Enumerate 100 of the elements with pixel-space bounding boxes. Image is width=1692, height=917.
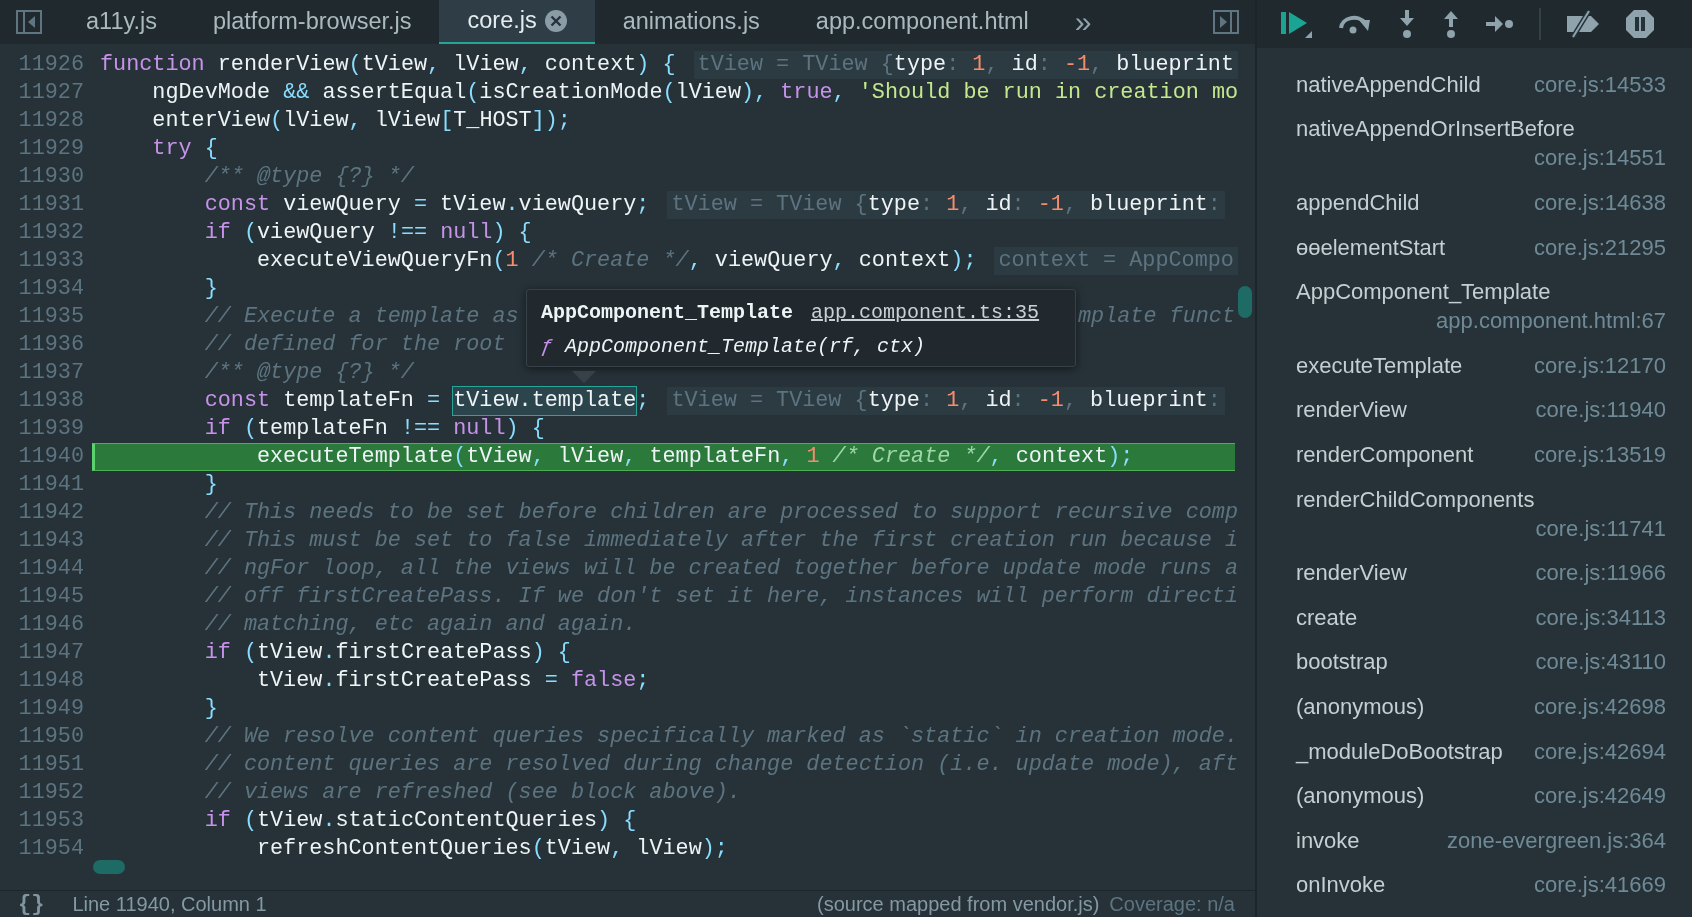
- function-name: appendChild: [1296, 189, 1420, 217]
- line-number: 11946: [17, 610, 84, 639]
- call-frame[interactable]: renderChildComponents core.js:11741: [1296, 476, 1666, 551]
- source-location[interactable]: core.js:14551: [1533, 143, 1666, 173]
- function-name: (anonymous): [1296, 782, 1425, 811]
- source-location[interactable]: core.js:43110: [1535, 647, 1666, 677]
- code-text: // This needs to be set before children are processed to support recursive comp: [203, 498, 1238, 527]
- code-text: // We resolve content queries specifically marked as `static` in creation mode.: [203, 722, 1238, 751]
- line-number: 11933: [17, 246, 84, 275]
- source-location[interactable]: app.component.html:67: [1436, 306, 1666, 336]
- line-number: 11948: [17, 666, 84, 695]
- source-location[interactable]: core.js:11940: [1535, 395, 1666, 425]
- code-text: // content queries are resolved during change detection (i.e. update mode), aft: [203, 750, 1238, 779]
- function-name: renderView: [1296, 559, 1407, 588]
- pretty-print-button[interactable]: {}: [18, 891, 63, 917]
- code-text: if (viewQuery !== null) {: [203, 218, 532, 247]
- source-location[interactable]: core.js:21295: [1533, 232, 1666, 262]
- file-tab[interactable]: core.js: [439, 0, 595, 44]
- source-location[interactable]: core.js:41669: [1533, 870, 1666, 900]
- code-text: const templateFn = tView.template;: [203, 386, 650, 415]
- source-location[interactable]: core.js:42694: [1533, 736, 1666, 766]
- inline-value-hint: tView = TView {type: 1, id: -1, blueprint: [693, 50, 1238, 79]
- function-name: (anonymous): [1296, 692, 1425, 721]
- function-name: AppComponent_Template: [1296, 278, 1551, 307]
- code-text: refreshContentQueries(tView, lView);: [255, 834, 728, 863]
- code-text: // views are refreshed (see block above).: [203, 778, 741, 807]
- call-frame[interactable]: renderComponent core.js:13519: [1296, 432, 1666, 477]
- call-frame[interactable]: (anonymous) core.js:42649: [1296, 773, 1666, 818]
- line-number: 11931: [17, 190, 84, 219]
- call-frame[interactable]: onInvoke core.js:41669: [1296, 862, 1666, 908]
- line-number: 11945: [17, 582, 84, 611]
- source-map-link[interactable]: (source mapped from vendor.js): [817, 892, 1100, 916]
- call-frame[interactable]: nativeAppendOrInsertBefore core.js:14551: [1296, 106, 1666, 181]
- file-tab[interactable]: animations.js: [594, 0, 788, 44]
- code-text: ngDevMode && assertEqual(isCreationMode(lView), true, 'Should be run in creation mo: [151, 78, 1239, 107]
- source-location[interactable]: zone-evergreen.js:364: [1447, 825, 1666, 855]
- code-text: // defined for the root: [203, 330, 506, 359]
- line-number: 11952: [17, 778, 84, 807]
- code-text: mplate funct: [1078, 302, 1235, 331]
- file-tab[interactable]: app.component.html: [787, 0, 1057, 44]
- file-tab[interactable]: platform-browser.js: [185, 0, 440, 44]
- line-number: 11953: [17, 806, 84, 835]
- line-number: 11927: [17, 78, 84, 107]
- code-text: // ngFor loop, all the views will be created together before update mode runs a: [203, 554, 1238, 583]
- code-text: // off firstCreatePass. If we don't set it here, instances will perform directi: [203, 582, 1238, 611]
- line-number: 11937: [17, 358, 84, 387]
- function-name: nativeAppendOrInsertBefore: [1296, 115, 1575, 144]
- line-number: 11939: [17, 414, 84, 443]
- code-text: /** @type {?} */: [203, 358, 414, 387]
- source-location[interactable]: core.js:42698: [1533, 691, 1666, 721]
- call-frame[interactable]: create core.js:34113: [1296, 594, 1666, 640]
- cursor-position: Line 11940, Column 1: [72, 892, 267, 916]
- call-frame[interactable]: executeTemplate core.js:12170: [1296, 342, 1666, 388]
- function-name: invoke: [1296, 826, 1360, 855]
- call-frame[interactable]: nativeAppendChild core.js:14533: [1296, 62, 1666, 107]
- function-name: AppComponent_Template: [541, 299, 794, 326]
- call-frame[interactable]: _moduleDoBootstrap core.js:42694: [1296, 728, 1666, 774]
- line-number: 11929: [17, 134, 84, 163]
- line-number: 11943: [17, 526, 84, 555]
- code-text: executeTemplate(tView, lView, templateFn, 1 /* Create */, context);: [255, 443, 1134, 470]
- source-location[interactable]: core.js:12170: [1533, 350, 1666, 380]
- code-text: try {: [151, 134, 218, 163]
- code-text: // matching, etc again and again.: [203, 610, 637, 639]
- line-number: 11935: [17, 302, 84, 331]
- source-location[interactable]: core.js:14638: [1533, 188, 1666, 217]
- call-frame[interactable]: bootstrap core.js:43110: [1296, 639, 1666, 685]
- source-link[interactable]: app.component.ts:35: [811, 293, 1040, 332]
- source-location[interactable]: core.js:42649: [1533, 781, 1666, 811]
- source-location[interactable]: core.js:14533: [1533, 69, 1666, 99]
- code-text: executeViewQueryFn(1 /* Create */, viewQuery, context);: [255, 246, 977, 275]
- function-name: bootstrap: [1296, 648, 1388, 677]
- call-frame[interactable]: invoke zone-evergreen.js:364: [1296, 817, 1666, 863]
- code-text: tView.firstCreatePass = false;: [255, 666, 650, 695]
- coverage-status: Coverage: n/a: [1109, 892, 1235, 916]
- call-frame[interactable]: renderView core.js:11940: [1296, 387, 1666, 433]
- call-frame[interactable]: ɵɵelementStart core.js:21295: [1296, 224, 1666, 270]
- call-frame[interactable]: AppComponent_Template app.component.html:67: [1296, 269, 1666, 343]
- code-text: const viewQuery = tView.viewQuery;: [203, 190, 650, 219]
- more-tabs-button[interactable]: »: [1056, 0, 1110, 44]
- source-location[interactable]: core.js:13519: [1533, 439, 1666, 469]
- function-name: renderChildComponents: [1296, 485, 1535, 514]
- line-number: 11941: [17, 470, 84, 499]
- function-name: nativeAppendChild: [1296, 70, 1481, 99]
- code-text: }: [203, 694, 218, 723]
- inline-value-hint: tView = TView {type: 1, id: -1, blueprint:: [667, 386, 1225, 415]
- call-frame[interactable]: (anonymous) core.js:42698: [1296, 684, 1666, 729]
- line-number: 11926: [17, 50, 84, 79]
- call-frame[interactable]: appendChild core.js:14638: [1296, 180, 1666, 225]
- source-location[interactable]: core.js:34113: [1535, 602, 1666, 632]
- function-name: renderComponent: [1296, 440, 1474, 469]
- source-location[interactable]: core.js:11741: [1535, 513, 1666, 543]
- line-number: 11930: [17, 162, 84, 191]
- line-number: 11938: [17, 386, 84, 415]
- source-location[interactable]: core.js:11966: [1535, 558, 1666, 588]
- file-tab[interactable]: a11y.js: [58, 0, 185, 44]
- line-number: 11936: [17, 330, 84, 359]
- line-number: 11949: [17, 694, 84, 723]
- call-frame[interactable]: renderView core.js:11966: [1296, 550, 1666, 595]
- function-name: ɵɵelementStart: [1296, 233, 1446, 262]
- line-number: 11928: [17, 106, 84, 135]
